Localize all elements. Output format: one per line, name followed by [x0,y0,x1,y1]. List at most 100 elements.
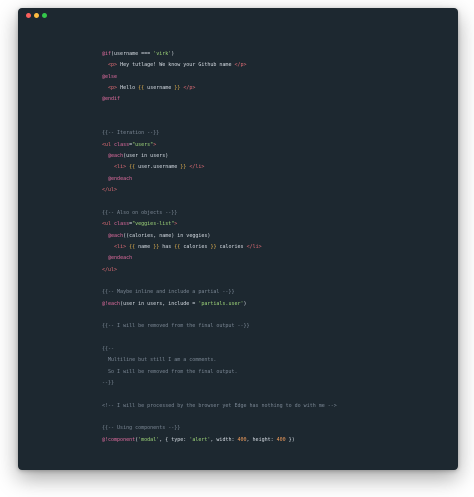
code-line: Multiline but still I am a comments. [102,355,337,366]
code-token: @each [108,232,124,239]
code-token: <ul [102,141,112,148]
code-token: </li> [246,243,262,250]
code-line: {{-- Also on objects --}} [102,208,337,219]
code-block: @if(username === 'virk') <p> Hey tutlage… [102,49,337,446]
code-token: </p> [234,62,247,69]
code-line: {{-- [102,344,337,355]
code-token: Hello [117,85,139,92]
code-line: <li> {{ name }} has {{ calories }} calor… [102,242,337,253]
code-line: @endeach [102,174,337,185]
code-token: (user in users, include = [120,300,199,307]
code-token: ) [171,51,175,57]
code-token: ((calories, name) in veggies) [123,232,211,239]
code-token: "users" [132,141,154,148]
code-line: @endeach [102,253,337,264]
code-line: @!component('modal', { type: 'alert', wi… [102,435,337,446]
title-bar [18,8,458,24]
code-token: ) [243,300,247,307]
code-token: 'virk' [153,51,172,57]
code-line: @each((calories, name) in veggies) [102,231,337,242]
code-line: {{-- I will be removed from the final ou… [102,321,337,332]
code-token: calories [180,243,211,250]
code-token: {{-- Maybe inline and include a partial … [102,289,235,296]
code-token: {{-- I will be removed from the final ou… [102,323,250,330]
code-token: Multiline but still I am a comments. [102,357,217,364]
code-token: {{-- [102,345,115,352]
code-token: <p> [108,85,118,92]
code-token: , height: [246,436,277,443]
code-line: @else [102,72,337,83]
code-token: Hey tutlage! We know your Github name [117,62,235,69]
code-token: <li> [114,164,127,171]
code-line: <ul class="veggies-list"> [102,219,337,230]
code-token: , width: [210,436,238,443]
code-token: class [114,141,130,148]
code-line: @each(user in users) [102,151,337,162]
zoom-button[interactable] [42,13,47,18]
code-token: , { type: [159,436,190,443]
code-line: {{-- Using components --}} [102,423,337,434]
code-token: @!component [102,436,136,443]
code-token: name [135,243,154,250]
code-token: @endeach [108,175,133,182]
code-token: So I will be removed from the final outp… [102,368,238,375]
code-token: 400 [237,436,247,443]
code-token: @endeach [108,255,133,262]
code-token: @!each [102,300,121,307]
code-line: <p> Hey tutlage! We know your Github nam… [102,60,337,71]
code-token: > [174,221,178,228]
code-token: 'partials.user' [198,300,244,307]
code-token: <li> [114,243,127,250]
code-line: </ul> [102,265,337,276]
code-token: @each [108,153,124,160]
code-token: username [144,85,175,92]
code-token: (username === [111,51,154,57]
code-token: (user in users) [123,153,169,160]
code-line: So I will be removed from the final outp… [102,367,337,378]
code-token: > [153,141,157,148]
code-token: </ul> [102,187,118,194]
code-token: }) [285,436,295,443]
code-line: <!-- I will be processed by the browser … [102,401,337,412]
code-token: <p> [108,62,118,69]
code-token: </p> [183,85,196,92]
code-line: <p> Hello {{ username }} </p> [102,83,337,94]
code-token: <ul [102,221,112,228]
code-token: 'modal' [138,436,160,443]
code-line: {{-- Maybe inline and include a partial … [102,287,337,298]
code-token: "veggies-list" [132,221,175,228]
code-token: user.username [135,164,181,171]
code-token: @else [102,73,118,80]
minimize-button[interactable] [34,13,39,18]
code-line: @!each(user in users, include = 'partial… [102,299,337,310]
code-token: has [159,243,175,250]
close-button[interactable] [26,13,31,18]
code-line: </ul> [102,185,337,196]
code-line: @if(username === 'virk') [102,49,337,60]
code-token: calories [216,243,247,250]
code-token: @endif [102,96,121,103]
code-line: <ul class="users"> [102,140,337,151]
code-window: @if(username === 'virk') <p> Hey tutlage… [18,8,458,470]
code-token: </ul> [102,266,118,273]
code-token: 400 [276,436,286,443]
code-token: class [114,221,130,228]
code-line: @endif [102,94,337,105]
code-token: 'alert' [189,436,211,443]
code-token: --}} [102,379,115,386]
code-token: {{-- Iteration --}} [102,130,160,137]
code-token: {{-- Using components --}} [102,425,181,432]
code-token: </li> [189,164,205,171]
code-token: @if [102,51,112,57]
code-token: <!-- I will be processed by the browser … [102,402,337,409]
